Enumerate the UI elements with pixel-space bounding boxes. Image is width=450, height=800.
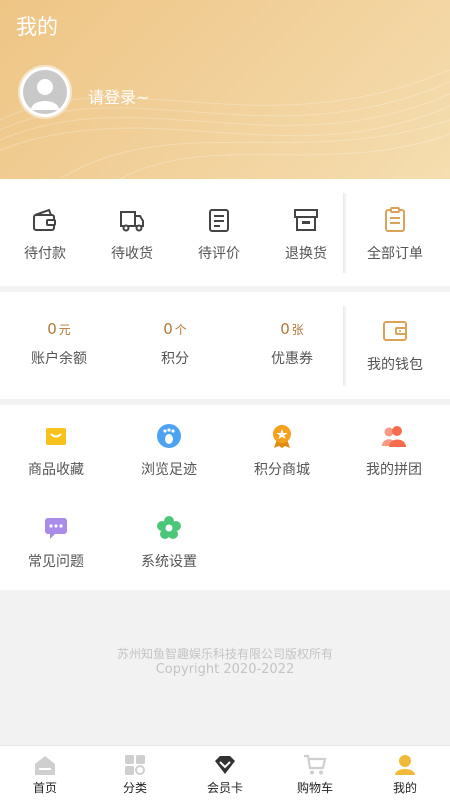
- tab-label: 分类: [122, 781, 147, 795]
- favorites-icon: [46, 428, 66, 445]
- coupons-unit: 张: [291, 323, 304, 337]
- login-link[interactable]: 请登录~: [88, 84, 149, 108]
- order-label: 待评价: [198, 246, 240, 262]
- copyright-years: Copyright 2020-2022: [155, 662, 295, 677]
- coupons-value: 0张: [280, 320, 304, 338]
- points-value: 0个: [163, 320, 187, 338]
- page-title: 我的: [16, 15, 58, 39]
- profile-icon: [395, 755, 415, 775]
- medal-icon: [273, 425, 291, 448]
- tab-label: 购物车: [296, 781, 333, 795]
- service-group-buy[interactable]: 我的拼团: [349, 423, 439, 479]
- service-faq[interactable]: 常见问题: [11, 515, 101, 571]
- all-orders-label: 全部订单: [367, 246, 423, 262]
- order-label: 待收货: [111, 246, 153, 262]
- order-returns[interactable]: 退换货: [261, 207, 351, 263]
- points-label: 积分: [161, 351, 189, 367]
- points-unit: 个: [174, 323, 187, 337]
- coupons[interactable]: 0张 优惠券: [247, 320, 337, 368]
- coupons-label: 优惠券: [271, 351, 313, 367]
- order-pending-review[interactable]: 待评价: [174, 207, 264, 263]
- tab-membership[interactable]: 会员卡: [180, 746, 270, 800]
- purse-icon: [383, 321, 407, 341]
- order-pending-payment[interactable]: 待付款: [0, 207, 90, 263]
- divider: [343, 306, 347, 386]
- service-label: 常见问题: [28, 554, 84, 570]
- my-wallet-label: 我的钱包: [367, 357, 423, 373]
- tab-category[interactable]: 分类: [90, 746, 180, 800]
- tab-mine[interactable]: 我的: [360, 746, 450, 800]
- user-placeholder-icon: [23, 70, 67, 114]
- tab-label: 首页: [32, 781, 57, 795]
- order-label: 退换货: [285, 246, 327, 262]
- footprint-icon: [157, 424, 181, 448]
- balance-unit: 元: [58, 323, 71, 337]
- diamond-icon: [215, 756, 235, 774]
- orders-panel: 待付款 待收货 待评价 退换货 全部订单: [0, 179, 450, 286]
- box-icon: [294, 209, 318, 231]
- wallet-panel: 0元 账户余额 0个 积分 0张 优惠券 我的钱包: [0, 292, 450, 399]
- service-settings[interactable]: 系统设置: [124, 515, 214, 571]
- service-favorites[interactable]: 商品收藏: [11, 423, 101, 479]
- my-wallet[interactable]: 我的钱包: [350, 318, 440, 374]
- balance-value: 0元: [47, 320, 71, 338]
- service-label: 积分商城: [254, 462, 310, 478]
- chat-icon: [45, 518, 67, 539]
- tab-cart[interactable]: 购物车: [270, 746, 360, 800]
- service-label: 系统设置: [141, 554, 197, 570]
- home-icon: [35, 756, 55, 775]
- all-orders[interactable]: 全部订单: [350, 207, 440, 263]
- points-number: 0: [163, 320, 173, 338]
- cart-icon: [304, 754, 327, 775]
- service-label: 浏览足迹: [141, 462, 197, 478]
- group-icon: [382, 426, 406, 447]
- service-label: 我的拼团: [366, 462, 422, 478]
- clipboard-icon: [209, 209, 229, 232]
- order-list-icon: [385, 207, 405, 232]
- divider: [343, 193, 347, 273]
- service-footprint[interactable]: 浏览足迹: [124, 423, 214, 479]
- services-panel: 商品收藏 浏览足迹 积分商城 我的拼团 常见问题 系统设置: [0, 405, 450, 590]
- tab-label: 会员卡: [206, 781, 243, 795]
- copyright-company: 苏州知鱼智趣娱乐科技有限公司版权所有: [116, 647, 333, 661]
- service-points-mall[interactable]: 积分商城: [237, 423, 327, 479]
- balance-label: 账户余额: [31, 351, 87, 367]
- service-label: 商品收藏: [28, 462, 84, 478]
- order-pending-receipt[interactable]: 待收货: [87, 207, 177, 263]
- balance-number: 0: [47, 320, 57, 338]
- truck-icon: [120, 211, 144, 232]
- settings-flower-icon: [157, 516, 181, 539]
- tab-label: 我的: [392, 781, 417, 795]
- category-icon: [125, 755, 145, 775]
- account-balance[interactable]: 0元 账户余额: [14, 320, 104, 368]
- points[interactable]: 0个 积分: [130, 320, 220, 368]
- order-label: 待付款: [24, 246, 66, 262]
- profile-header: 我的 请登录~: [0, 0, 450, 179]
- bottom-tab-bar: 首页 分类 会员卡 购物车 我的: [0, 745, 450, 800]
- tab-home[interactable]: 首页: [0, 746, 90, 800]
- coupons-number: 0: [280, 320, 290, 338]
- avatar[interactable]: [18, 65, 72, 119]
- wallet-icon: [33, 208, 56, 231]
